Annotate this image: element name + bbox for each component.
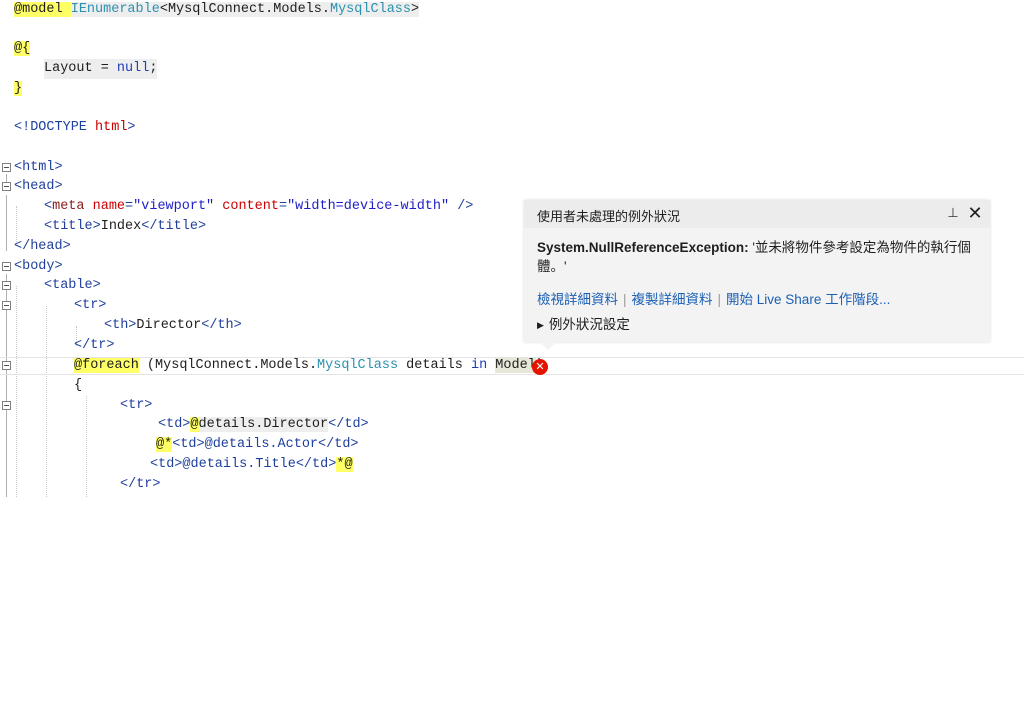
fold-toggle-icon[interactable] [2,281,11,290]
expand-triangle-icon: ▶ [537,320,544,330]
popup-links: 檢視詳細資料 | 複製詳細資料 | 開始 Live Share 工作階段... [537,292,891,307]
exception-settings-toggle[interactable]: ▶ 例外狀況設定 [537,313,630,333]
pin-icon[interactable]: ⊥ [946,205,960,221]
fold-toggle-icon[interactable] [2,401,11,410]
exception-type: System.NullReferenceException: [537,240,749,255]
view-details-link[interactable]: 檢視詳細資料 [537,292,618,307]
code-line[interactable]: @model IEnumerable<MysqlConnect.Models.M… [0,0,1024,20]
code-line[interactable]: <html> [0,158,1024,178]
code-line[interactable]: <tr> [0,396,1024,416]
exception-message: System.NullReferenceException: '並未將物件參考設… [537,238,977,276]
live-share-link[interactable]: 開始 Live Share 工作階段... [726,292,890,307]
popup-header: 使用者未處理的例外狀況 ⊥ ✕ [524,200,990,228]
exception-helper-popup: 使用者未處理的例外狀況 ⊥ ✕ System.NullReferenceExce… [524,200,990,350]
code-line[interactable]: Layout = null; [0,59,1024,79]
fold-toggle-icon[interactable] [2,163,11,172]
code-line[interactable]: @{ [0,39,1024,59]
fold-toggle-icon[interactable] [2,182,11,191]
code-line[interactable]: <head> [0,177,1024,197]
fold-toggle-icon[interactable] [2,361,11,370]
code-line[interactable]: } [0,79,1024,99]
copy-details-link[interactable]: 複製詳細資料 [632,292,713,307]
code-line[interactable]: @*<td>@details.Actor</td> [0,435,1024,455]
code-line[interactable]: @foreach (MysqlConnect.Models.MysqlClass… [0,356,1024,376]
code-line[interactable]: { [0,376,1024,396]
code-line[interactable]: <!DOCTYPE html> [0,118,1024,138]
popup-tail [540,342,556,350]
code-line[interactable]: <td>@details.Title</td>*@ [0,455,1024,475]
popup-title: 使用者未處理的例外狀況 [537,209,681,224]
razor-keyword: @model [14,2,63,17]
error-icon[interactable]: ✕ [532,359,548,375]
exception-settings-label: 例外狀況設定 [548,317,630,332]
code-line[interactable]: </tr> [0,475,1024,495]
razor-keyword: @foreach [74,358,139,373]
fold-toggle-icon[interactable] [2,301,11,310]
code-editor[interactable]: @model IEnumerable<MysqlConnect.Models.M… [0,0,1024,727]
code-line[interactable]: <td>@details.Director</td> [0,415,1024,435]
close-icon[interactable]: ✕ [966,203,984,223]
fold-toggle-icon[interactable] [2,262,11,271]
